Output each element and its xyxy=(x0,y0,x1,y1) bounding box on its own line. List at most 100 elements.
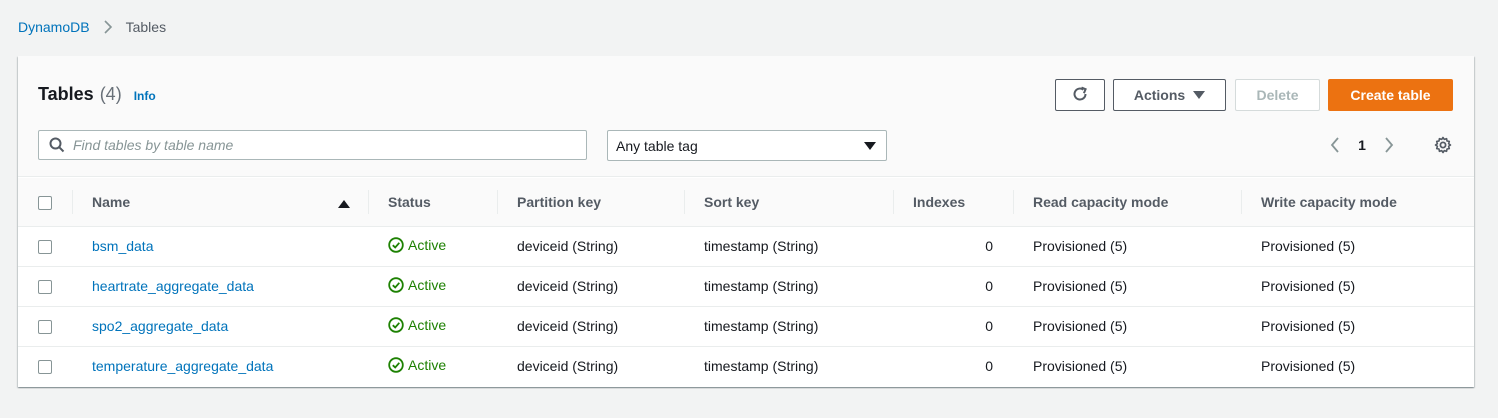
write-capacity-cell: Provisioned (5) xyxy=(1241,226,1474,267)
refresh-icon xyxy=(1071,85,1089,106)
caret-down-icon xyxy=(1193,87,1206,103)
column-divider xyxy=(684,190,685,214)
table-tag-select[interactable]: Any table tag xyxy=(607,130,887,161)
column-label: Read capacity mode xyxy=(1033,193,1169,210)
breadcrumb: DynamoDB Tables xyxy=(18,19,166,35)
table-name-link[interactable]: temperature_aggregate_data xyxy=(92,358,273,374)
search-input[interactable] xyxy=(73,137,553,153)
select-all-cell xyxy=(18,178,72,227)
row-select-cell xyxy=(18,346,72,386)
chevron-right-icon xyxy=(100,19,116,35)
table-row[interactable]: temperature_aggregate_data Active device… xyxy=(18,346,1474,386)
column-header-name[interactable]: Name xyxy=(72,178,368,227)
indexes-cell: 0 xyxy=(893,266,1013,307)
column-label: Sort key xyxy=(704,193,760,210)
panel-header: Tables (4) Info Actions Delete Create ta… xyxy=(18,56,1474,177)
search-icon xyxy=(49,137,65,153)
table-tag-select-value: Any table tag xyxy=(616,137,698,154)
name-cell: heartrate_aggregate_data xyxy=(72,266,368,307)
row-checkbox[interactable] xyxy=(38,320,52,335)
partition-key-cell: deviceid (String) xyxy=(497,266,684,307)
status-cell: Active xyxy=(368,266,497,307)
sort-ascending-icon[interactable] xyxy=(338,196,350,212)
partition-key-cell: deviceid (String) xyxy=(497,226,684,267)
column-divider xyxy=(72,190,73,214)
title-wrap: Tables (4) Info xyxy=(38,84,156,105)
info-link[interactable]: Info xyxy=(134,89,156,103)
tables-table: Name Status Partition key Sort key Index… xyxy=(18,178,1474,386)
column-label: Indexes xyxy=(913,193,966,210)
status-text: Active xyxy=(408,316,447,333)
tables-panel: Tables (4) Info Actions Delete Create ta… xyxy=(18,56,1474,387)
write-capacity-cell: Provisioned (5) xyxy=(1241,266,1474,307)
status-text: Active xyxy=(408,236,447,253)
actions-label: Actions xyxy=(1133,87,1186,103)
select-all-checkbox[interactable] xyxy=(38,195,52,210)
sort-key-cell: timestamp (String) xyxy=(684,266,893,307)
row-checkbox[interactable] xyxy=(38,240,52,255)
search-box xyxy=(38,130,587,160)
column-header-status[interactable]: Status xyxy=(368,178,497,227)
table-row[interactable]: spo2_aggregate_data Active deviceid (Str… xyxy=(18,306,1474,347)
table-count: (4) xyxy=(99,84,122,104)
status-indicator: Active xyxy=(388,237,446,253)
column-divider xyxy=(368,190,369,214)
page-number-1[interactable]: 1 xyxy=(1347,137,1377,153)
column-divider xyxy=(497,190,498,214)
status-text: Active xyxy=(408,276,447,293)
read-capacity-cell: Provisioned (5) xyxy=(1013,226,1241,267)
column-header-sort-key[interactable]: Sort key xyxy=(684,178,893,227)
row-checkbox[interactable] xyxy=(38,360,52,375)
status-cell: Active xyxy=(368,346,497,386)
check-circle-icon xyxy=(388,357,404,373)
create-table-button[interactable]: Create table xyxy=(1328,79,1453,111)
table-name-link[interactable]: spo2_aggregate_data xyxy=(92,318,228,334)
row-checkbox[interactable] xyxy=(38,280,52,295)
next-page-button[interactable] xyxy=(1377,134,1401,156)
row-select-cell xyxy=(18,306,72,347)
check-circle-icon xyxy=(388,236,404,253)
breadcrumb-tables: Tables xyxy=(125,19,167,35)
column-label: Status xyxy=(388,193,431,210)
status-indicator: Active xyxy=(388,317,446,333)
name-cell: temperature_aggregate_data xyxy=(72,346,368,386)
sort-key-cell: timestamp (String) xyxy=(704,358,819,375)
refresh-button[interactable] xyxy=(1055,79,1105,111)
pagination: 1 xyxy=(1323,134,1401,156)
write-capacity-cell: Provisioned (5) xyxy=(1241,306,1474,347)
status-indicator: Active xyxy=(388,357,446,373)
sort-key-cell: timestamp (String) xyxy=(684,306,893,347)
previous-page-button[interactable] xyxy=(1323,134,1347,156)
write-capacity-cell: Provisioned (5) xyxy=(1261,358,1356,375)
status-indicator: Active xyxy=(388,277,446,293)
column-divider xyxy=(1241,190,1242,214)
read-capacity-cell: Provisioned (5) xyxy=(1013,306,1241,347)
partition-key-cell: deviceid (String) xyxy=(497,306,684,347)
table-row[interactable]: heartrate_aggregate_data Active deviceid… xyxy=(18,266,1474,307)
name-cell: spo2_aggregate_data xyxy=(72,306,368,347)
column-header-indexes[interactable]: Indexes xyxy=(893,178,1013,227)
table-header-row: Name Status Partition key Sort key Index… xyxy=(18,178,1474,227)
column-header-partition-key[interactable]: Partition key xyxy=(497,178,684,227)
status-cell: Active xyxy=(368,306,497,347)
sort-key-cell: timestamp (String) xyxy=(684,226,893,267)
check-circle-icon xyxy=(388,276,404,293)
delete-button[interactable]: Delete xyxy=(1235,79,1320,111)
table-name-link[interactable]: heartrate_aggregate_data xyxy=(92,278,254,294)
actions-dropdown-button[interactable]: Actions xyxy=(1113,79,1226,111)
read-capacity-cell: Provisioned (5) xyxy=(1033,358,1128,375)
table-row[interactable]: bsm_data Active deviceid (String) timest… xyxy=(18,226,1474,267)
table-name-link[interactable]: bsm_data xyxy=(92,238,153,254)
column-header-write-capacity-mode[interactable]: Write capacity mode xyxy=(1241,178,1474,227)
column-divider xyxy=(893,190,894,214)
breadcrumb-dynamodb[interactable]: DynamoDB xyxy=(18,19,90,35)
column-label: Name xyxy=(92,193,131,210)
row-select-cell xyxy=(18,266,72,307)
row-select-cell xyxy=(18,226,72,267)
settings-gear-icon[interactable] xyxy=(1431,134,1455,156)
status-text: Active xyxy=(408,356,447,373)
column-header-read-capacity-mode[interactable]: Read capacity mode xyxy=(1013,178,1241,227)
indexes-cell: 0 xyxy=(893,306,1013,347)
status-cell: Active xyxy=(368,226,497,267)
indexes-cell: 0 xyxy=(893,226,1013,267)
